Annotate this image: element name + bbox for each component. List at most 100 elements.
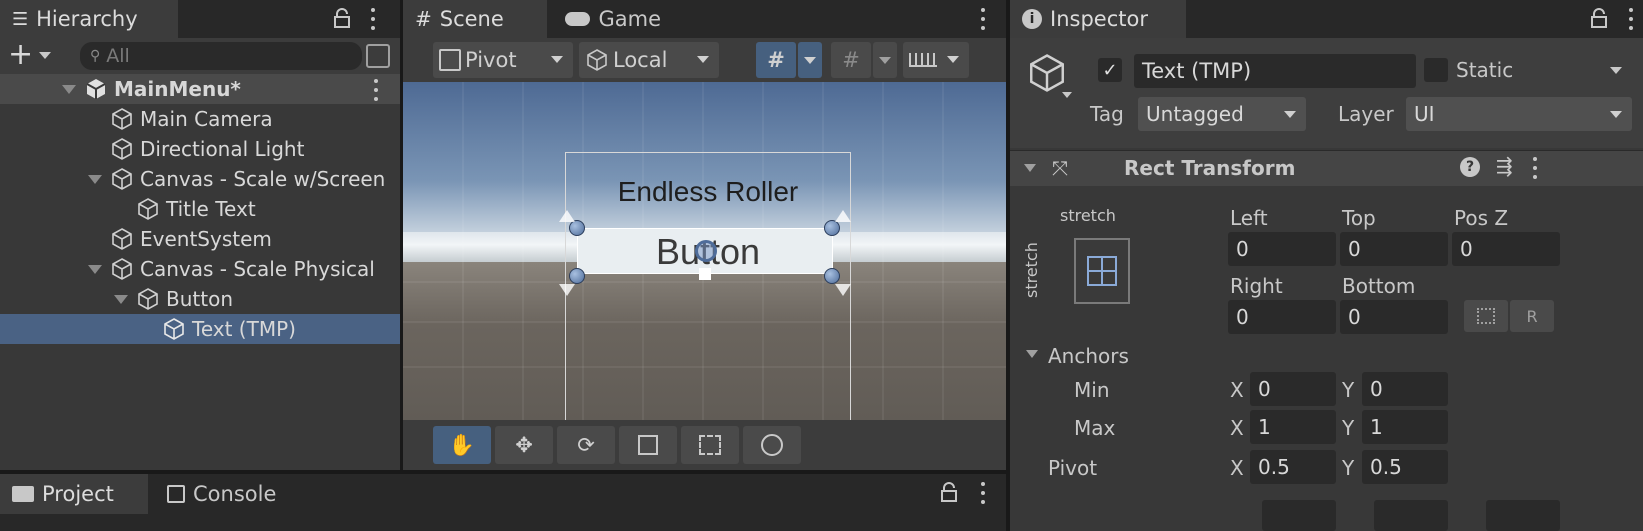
resize-handle[interactable] [699,268,711,280]
raw-edit-button[interactable]: R [1510,300,1554,332]
list-item[interactable]: Canvas - Scale w/Screen [0,164,400,194]
transform-tool-button[interactable] [743,426,801,464]
tab-project[interactable]: Project [0,474,148,514]
static-checkbox[interactable] [1424,58,1448,82]
console-icon [167,485,185,503]
scene-options-icon[interactable] [373,79,379,101]
list-item[interactable]: Canvas - Scale Physical [0,254,400,284]
bottom-label: Bottom [1342,274,1416,298]
lock-icon[interactable] [940,482,958,502]
bottom-field[interactable]: 0 [1340,300,1448,334]
anchor-handle[interactable] [569,220,585,236]
tab-game[interactable]: Game [553,0,673,38]
static-dropdown-caret[interactable] [1610,67,1622,74]
chevron-down-icon[interactable] [1062,92,1072,98]
rotation-y-field[interactable] [1374,500,1448,531]
anchor-handle[interactable] [824,220,840,236]
anchor-max-x-field[interactable]: 1 [1250,410,1336,444]
increment-snap-dropdown[interactable] [873,42,897,78]
presets-icon[interactable]: ⇶ [1496,154,1513,178]
help-icon[interactable]: ? [1460,157,1480,177]
gameobject-icon [164,318,184,340]
panel-divider[interactable] [1006,0,1010,531]
bottom-tabbar [0,474,1006,531]
top-field[interactable]: 0 [1340,232,1448,266]
anchor-handle[interactable] [569,268,585,284]
list-item[interactable]: Directional Light [0,134,400,164]
grid-snap-toggle[interactable]: # [756,42,796,78]
list-item[interactable]: EventSystem [0,224,400,254]
tag-label: Tag [1090,102,1124,126]
panel-divider[interactable] [0,470,1006,474]
local-cube-icon [587,49,607,71]
right-field[interactable]: 0 [1228,300,1336,334]
rect-transform-icon: ⤧ [1052,156,1068,180]
increment-snap-button[interactable]: # [831,42,871,78]
tag-dropdown[interactable]: Untagged [1138,97,1306,131]
more-options-icon[interactable] [1628,8,1634,30]
list-item-selected[interactable]: Text (TMP) [0,314,400,344]
grid-snap-dropdown[interactable] [798,42,822,78]
more-options-icon[interactable] [980,482,986,504]
search-input[interactable]: ⚲ All [80,42,362,70]
scene-visibility-button[interactable] [366,44,390,68]
ruler-button[interactable] [903,42,969,78]
anchor-handle[interactable] [824,268,840,284]
rotate-tool-button[interactable]: ⟳ [557,426,615,464]
tab-inspector[interactable]: i Inspector [1010,0,1186,38]
left-field[interactable]: 0 [1228,232,1336,266]
pivot-x-field[interactable]: 0.5 [1250,450,1336,484]
list-item[interactable]: Main Camera [0,104,400,134]
scene-viewport[interactable]: Endless Roller Button [403,82,1006,420]
hand-tool-button[interactable]: ✋ [433,426,491,464]
tab-scene[interactable]: # Scene [403,0,547,38]
rotation-z-field[interactable] [1486,500,1560,531]
add-button[interactable]: + [8,40,58,70]
pivot-dropdown[interactable]: Pivot [433,42,573,78]
posz-field[interactable]: 0 [1452,232,1560,266]
tab-console[interactable]: Console [155,474,305,514]
active-checkbox[interactable]: ✓ [1098,58,1122,82]
hierarchy-panel: ☰ Hierarchy + ⚲ All MainMenu* Main Camer… [0,0,400,470]
pivot-handle[interactable] [695,240,717,262]
scene-row[interactable]: MainMenu* [0,74,400,104]
component-fold-arrow[interactable] [1024,164,1036,172]
static-label: Static [1456,58,1514,82]
move-tool-button[interactable]: ✥ [495,426,553,464]
rotation-x-field[interactable] [1262,500,1336,531]
more-options-icon[interactable] [980,8,986,30]
anchor-min-x-field[interactable]: 0 [1250,372,1336,406]
expand-arrow-icon [62,84,76,94]
tab-hierarchy[interactable]: ☰ Hierarchy [0,0,178,38]
pivot-y-field[interactable]: 0.5 [1362,450,1448,484]
scale-tool-button[interactable] [619,426,677,464]
rect-tool-button[interactable] [681,426,739,464]
anchor-preset-button[interactable] [1074,238,1130,304]
x-label: X [1230,456,1244,480]
scale-icon [638,435,658,455]
expand-arrow-icon[interactable] [88,174,102,184]
expand-arrow-icon[interactable] [114,294,128,304]
list-item[interactable]: Title Text [0,194,400,224]
anchors-label[interactable]: Anchors [1048,344,1129,368]
anchor-max-y-field[interactable]: 1 [1362,410,1448,444]
blueprint-mode-button[interactable] [1464,300,1508,332]
chevron-down-icon [947,56,959,63]
list-item[interactable]: Button [0,284,400,314]
object-name-field[interactable]: Text (TMP) [1134,54,1416,88]
top-label: Top [1342,206,1376,230]
chevron-down-icon [697,56,709,63]
anchors-fold-arrow[interactable] [1026,350,1038,358]
lock-icon[interactable] [333,8,351,28]
more-options-icon[interactable] [370,8,376,30]
component-title: Rect Transform [1124,156,1296,180]
gameobject-icon [112,138,132,160]
component-header[interactable] [1010,150,1643,186]
expand-arrow-icon[interactable] [88,264,102,274]
lock-icon[interactable] [1590,8,1608,28]
layer-dropdown[interactable]: UI [1406,97,1632,131]
panel-divider[interactable] [400,0,403,474]
local-dropdown[interactable]: Local [579,42,719,78]
component-menu-icon[interactable] [1532,157,1538,179]
anchor-min-y-field[interactable]: 0 [1362,372,1448,406]
